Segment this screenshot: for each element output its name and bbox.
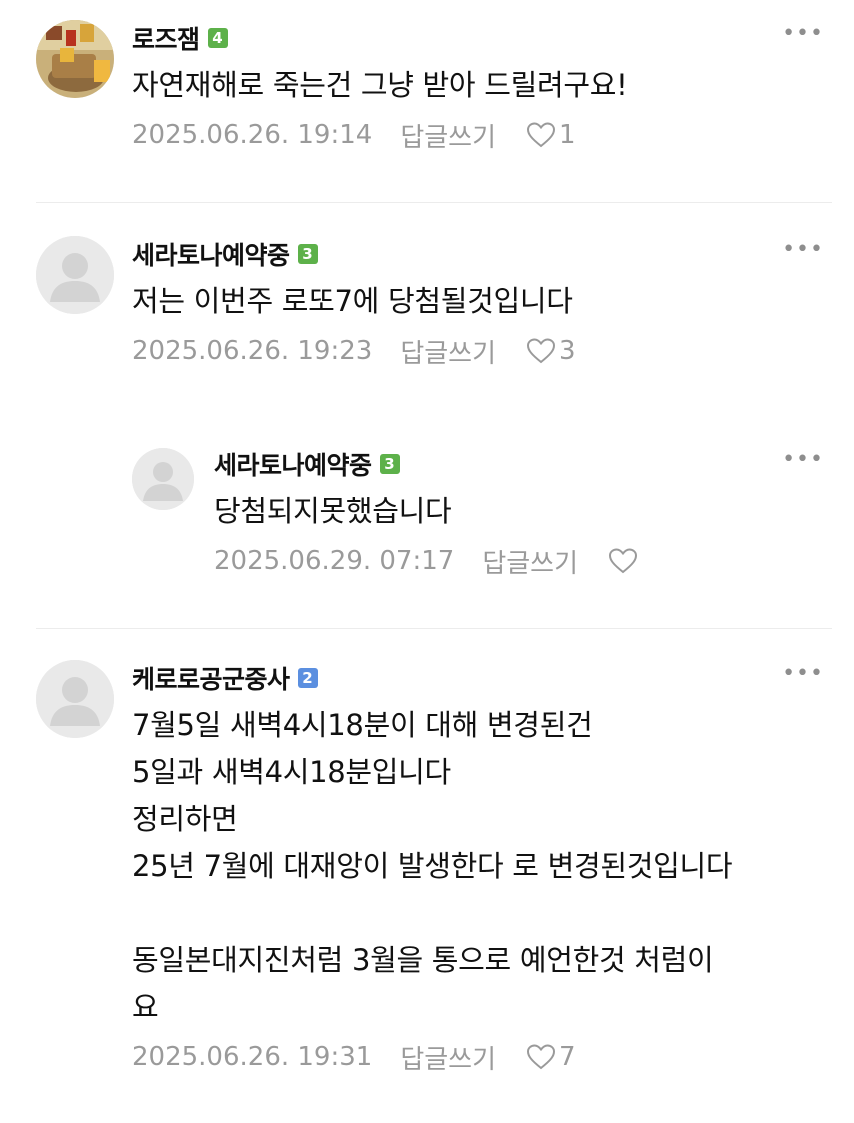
avatar[interactable] [36,660,114,738]
reply-item: 세라토나예약중 3 ••• 당첨되지못했습니다 2025.06.29. 07:1… [36,446,832,606]
more-options-icon[interactable]: ••• [782,23,824,45]
comment-date: 2025.06.26. 19:31 [132,1042,373,1072]
like-button[interactable] [608,547,641,575]
nickname[interactable]: 로즈잼 [132,20,200,56]
nickname[interactable]: 세라토나예약중 [214,446,372,482]
nickname[interactable]: 케로로공군중사 [132,660,290,696]
reply-button[interactable]: 답글쓰기 [400,333,496,370]
reply-button[interactable]: 답글쓰기 [400,117,496,154]
more-options-icon[interactable]: ••• [782,449,824,471]
comment-date: 2025.06.26. 19:23 [132,336,373,366]
more-options-icon[interactable]: ••• [782,239,824,261]
comment-date: 2025.06.26. 19:14 [132,120,373,150]
comment-text: 당첨되지못했습니다 [214,494,452,528]
comment-date: 2025.06.29. 07:17 [214,546,455,576]
avatar[interactable] [36,20,114,98]
heart-icon [609,548,638,574]
comment-item: 세라토나예약중 3 ••• 저는 이번주 로또7에 당첨될것입니다 2025.0… [36,236,832,396]
comment-text: 저는 이번주 로또7에 당첨될것입니다 [132,284,573,318]
divider [36,202,832,203]
avatar[interactable] [36,236,114,314]
more-options-icon[interactable]: ••• [782,663,824,685]
heart-icon [527,1044,556,1070]
nickname[interactable]: 세라토나예약중 [132,236,290,272]
like-count: 1 [559,120,576,150]
comment-text: 자연재해로 죽는건 그냥 받아 드릴려구요! [132,68,628,102]
like-count: 7 [559,1042,576,1072]
reply-button[interactable]: 답글쓰기 [400,1039,496,1076]
reply-button[interactable]: 답글쓰기 [482,543,578,580]
comment-item: 로즈잼 4 ••• 자연재해로 죽는건 그냥 받아 드릴려구요! 2025.06… [36,20,832,180]
comment-text: 7월5일 새벽4시18분이 대해 변경된건 5일과 새벽4시18분입니다 정리하… [132,708,733,1024]
level-badge: 2 [297,668,318,688]
heart-icon [527,338,556,364]
avatar[interactable] [132,448,194,510]
like-button[interactable]: 1 [526,120,576,150]
like-count: 3 [559,336,576,366]
like-button[interactable]: 3 [526,336,576,366]
divider [36,628,832,629]
like-button[interactable]: 7 [526,1042,576,1072]
heart-icon [527,122,556,148]
level-badge: 3 [379,454,400,474]
level-badge: 4 [207,28,228,48]
level-badge: 3 [297,244,318,264]
comment-item: 케로로공군중사 2 ••• 7월5일 새벽4시18분이 대해 변경된건 5일과 … [36,660,832,1110]
